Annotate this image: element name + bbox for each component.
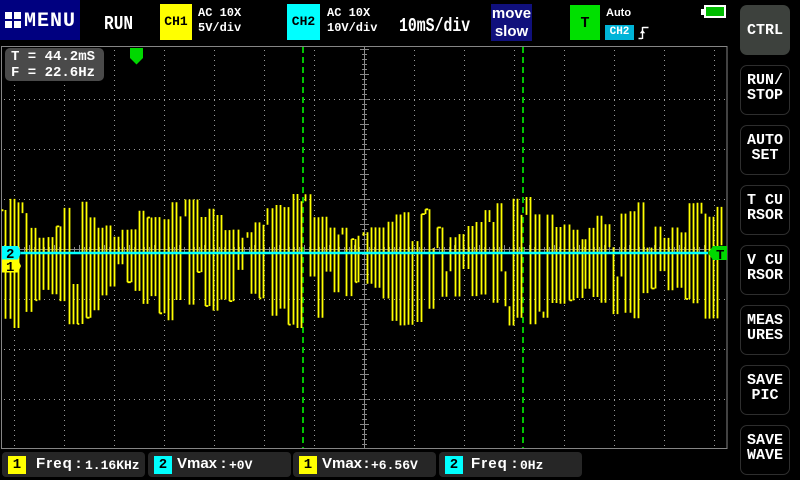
svg-text:T: T <box>716 248 724 264</box>
svg-text:1: 1 <box>6 260 14 276</box>
